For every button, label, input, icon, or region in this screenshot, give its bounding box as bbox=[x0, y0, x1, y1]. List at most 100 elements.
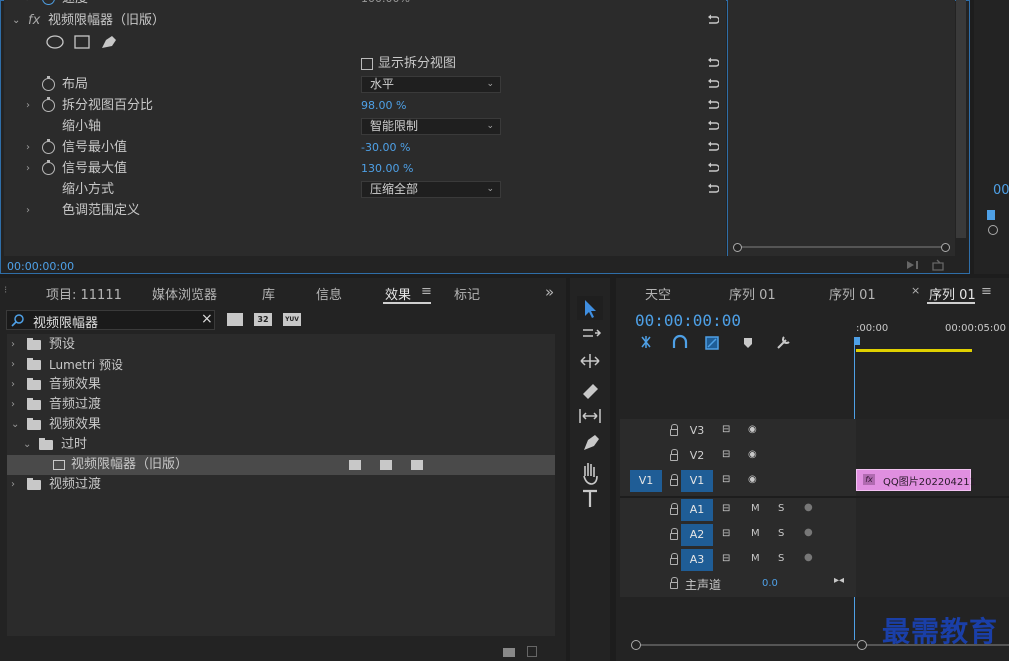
lock-icon[interactable] bbox=[670, 553, 678, 565]
scroll-handle-right[interactable] bbox=[941, 243, 950, 252]
expand-chevron-icon[interactable]: › bbox=[11, 395, 15, 415]
tree-item-video-effects[interactable]: ⌄ 视频效果 bbox=[7, 415, 555, 435]
sync-lock-icon[interactable]: ⊟ bbox=[722, 449, 730, 460]
effect-header-row[interactable]: ⌄ fx 视频限幅器（旧版） bbox=[4, 10, 726, 31]
playhead-icon[interactable] bbox=[854, 337, 860, 345]
tab-sky[interactable]: 天空 bbox=[645, 284, 671, 303]
lock-icon[interactable] bbox=[670, 449, 678, 461]
solo-button[interactable]: S bbox=[778, 528, 784, 539]
fx-icon[interactable]: fx bbox=[28, 10, 40, 31]
reset-icon[interactable] bbox=[707, 78, 719, 90]
track-a2-label[interactable]: A2 bbox=[681, 524, 713, 546]
reset-icon[interactable] bbox=[707, 57, 719, 69]
pen-tool-icon[interactable] bbox=[584, 435, 599, 450]
eye-icon[interactable]: ◉ bbox=[748, 449, 757, 460]
sync-lock-icon[interactable]: ⊟ bbox=[722, 503, 730, 514]
reset-icon[interactable] bbox=[707, 120, 719, 132]
reset-icon[interactable] bbox=[707, 141, 719, 153]
track-v3-label[interactable]: V3 bbox=[681, 420, 713, 442]
effect-controls-timecode[interactable]: 00:00:00:00 bbox=[7, 260, 74, 273]
hand-tool-icon[interactable] bbox=[583, 463, 598, 485]
tree-item-audio-transitions[interactable]: › 音频过渡 bbox=[7, 395, 555, 415]
expand-chevron-icon[interactable]: › bbox=[11, 335, 15, 355]
mute-button[interactable]: M bbox=[751, 553, 760, 564]
play-icon[interactable] bbox=[907, 261, 914, 269]
sync-lock-icon[interactable]: ⊟ bbox=[722, 528, 730, 539]
reset-icon[interactable] bbox=[707, 162, 719, 174]
tree-item-obsolete[interactable]: ⌄ 过时 bbox=[7, 435, 555, 455]
tab-sequence-01-active[interactable]: 序列 01 bbox=[929, 284, 976, 303]
vertical-scrollbar[interactable] bbox=[956, 0, 966, 238]
slip-tool-icon[interactable] bbox=[579, 409, 601, 423]
expand-chevron-icon[interactable]: › bbox=[11, 375, 15, 395]
lock-icon[interactable] bbox=[670, 474, 678, 486]
trash-icon[interactable] bbox=[527, 646, 537, 657]
reset-icon[interactable] bbox=[707, 183, 719, 195]
work-area-bar[interactable] bbox=[856, 349, 972, 352]
razor-tool-icon[interactable] bbox=[583, 384, 598, 399]
linked-selection-icon[interactable] bbox=[705, 336, 719, 350]
expand-chevron-icon[interactable]: › bbox=[26, 0, 30, 9]
tree-item-lumetri-presets[interactable]: › Lumetri 预设 bbox=[7, 355, 555, 375]
timeline-timecode[interactable]: 00:00:00:00 bbox=[635, 311, 741, 330]
lock-icon[interactable] bbox=[670, 577, 678, 589]
tree-item-audio-effects[interactable]: › 音频效果 bbox=[7, 375, 555, 395]
new-bin-icon[interactable] bbox=[503, 648, 515, 657]
track-a1-label[interactable]: A1 bbox=[681, 499, 713, 521]
32bit-effects-icon[interactable]: 32 bbox=[254, 313, 272, 326]
scroll-handle-left[interactable] bbox=[733, 243, 742, 252]
yuv-effects-icon[interactable]: YUV bbox=[283, 313, 301, 326]
tab-media-browser[interactable]: 媒体浏览器 bbox=[152, 284, 217, 303]
scroll-handle-right[interactable] bbox=[857, 640, 867, 650]
playhead-icon[interactable] bbox=[987, 210, 995, 220]
track-v1-label[interactable]: V1 bbox=[681, 470, 713, 492]
video-clip[interactable]: fx QQ图片202204211 bbox=[856, 469, 976, 491]
accelerated-effects-icon[interactable] bbox=[227, 313, 243, 326]
tree-item-video-transitions[interactable]: › 视频过渡 bbox=[7, 475, 555, 495]
sync-lock-icon[interactable]: ⊟ bbox=[722, 474, 730, 485]
lock-icon[interactable] bbox=[670, 424, 678, 436]
snap-icon[interactable] bbox=[672, 334, 688, 348]
microphone-icon[interactable]: ● bbox=[804, 552, 813, 563]
collapse-chevron-icon[interactable]: ⌄ bbox=[11, 415, 19, 435]
wrench-icon[interactable] bbox=[777, 336, 790, 349]
scroll-handle-left[interactable] bbox=[631, 640, 641, 650]
expand-chevron-icon[interactable]: › bbox=[26, 200, 30, 221]
timeline-menu-icon[interactable]: ≡ bbox=[981, 284, 992, 299]
tree-item-presets[interactable]: › 预设 bbox=[7, 335, 555, 355]
sync-lock-icon[interactable]: ⊟ bbox=[722, 553, 730, 564]
solo-button[interactable]: S bbox=[778, 503, 784, 514]
mute-button[interactable]: M bbox=[751, 528, 760, 539]
mute-button[interactable]: M bbox=[751, 503, 760, 514]
lock-icon[interactable] bbox=[670, 528, 678, 540]
source-patch-v1[interactable]: V1 bbox=[630, 470, 662, 492]
expand-chevron-icon[interactable]: › bbox=[11, 355, 15, 375]
export-icon[interactable] bbox=[932, 259, 944, 271]
stopwatch-icon[interactable] bbox=[42, 76, 55, 91]
tab-project[interactable]: 项目: 11111 bbox=[46, 284, 122, 303]
nest-icon[interactable] bbox=[641, 336, 651, 348]
reduce-axis-dropdown[interactable]: 智能限制 ⌄ bbox=[361, 118, 501, 135]
split-percent-value[interactable]: 98.00 % bbox=[361, 95, 406, 116]
solo-button[interactable]: S bbox=[778, 553, 784, 564]
expand-chevron-icon[interactable]: › bbox=[26, 95, 30, 116]
collapse-chevron-icon[interactable]: ⌄ bbox=[12, 10, 20, 31]
signal-min-value[interactable]: -30.00 % bbox=[361, 137, 410, 158]
tab-effects[interactable]: 效果 bbox=[385, 284, 411, 303]
expand-chevron-icon[interactable]: › bbox=[11, 475, 15, 495]
ripple-edit-tool-icon[interactable] bbox=[580, 354, 600, 368]
collapse-chevron-icon[interactable]: ⌄ bbox=[23, 435, 31, 455]
tab-sequence-01-a[interactable]: 序列 01 bbox=[729, 284, 776, 303]
mini-timeline-scrollbar[interactable] bbox=[733, 243, 950, 252]
lock-icon[interactable] bbox=[670, 503, 678, 515]
eye-icon[interactable]: ◉ bbox=[748, 424, 757, 435]
tab-library[interactable]: 库 bbox=[262, 284, 275, 303]
tab-markers[interactable]: 标记 bbox=[454, 284, 480, 303]
overflow-tabs-icon[interactable]: » bbox=[545, 283, 554, 301]
master-volume-value[interactable]: 0.0 bbox=[762, 578, 778, 589]
reduce-method-dropdown[interactable]: 压缩全部 ⌄ bbox=[361, 181, 501, 198]
scroll-handle[interactable] bbox=[988, 225, 998, 235]
type-tool-icon[interactable] bbox=[583, 489, 597, 507]
add-marker-icon[interactable] bbox=[744, 338, 752, 348]
microphone-icon[interactable]: ● bbox=[804, 527, 813, 538]
